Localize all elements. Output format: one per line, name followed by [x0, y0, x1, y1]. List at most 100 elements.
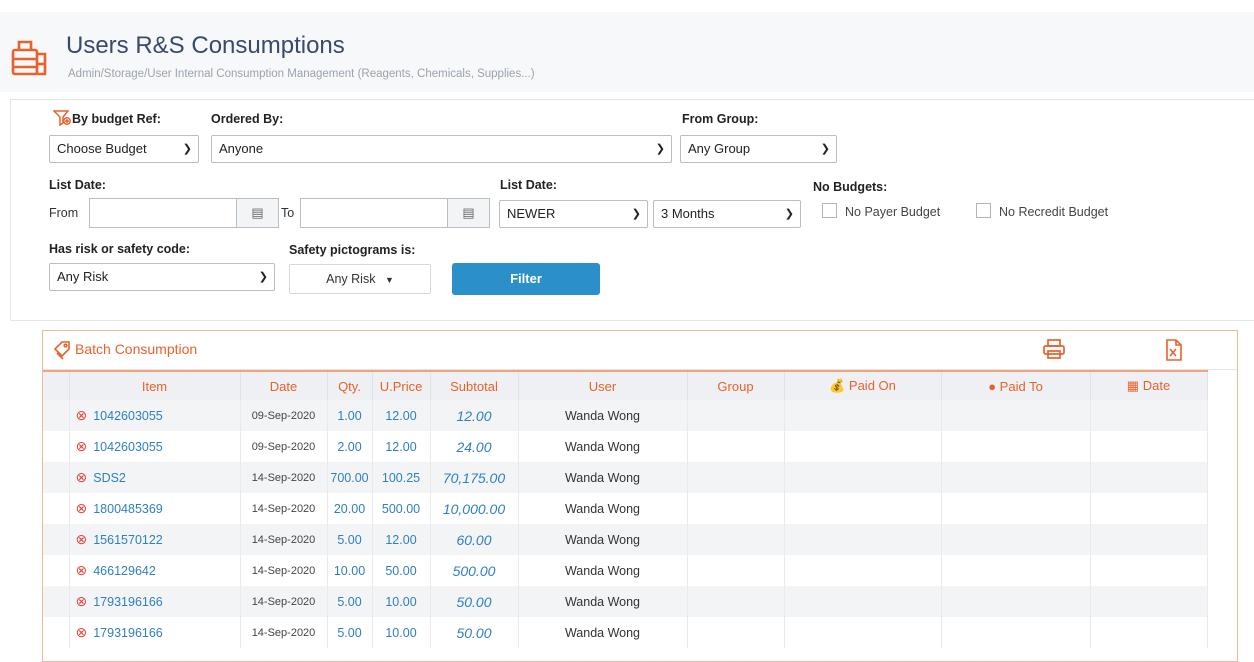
date2-cell	[1090, 400, 1208, 431]
date2-cell	[1090, 586, 1208, 617]
item-cell[interactable]: ⊗ SDS2	[69, 462, 241, 493]
ordered-by-select[interactable]: Anyone ❯	[211, 135, 672, 163]
row-select-cell	[43, 493, 70, 524]
pictograms-label: Safety pictograms is:	[289, 243, 416, 257]
item-link[interactable]: 1793196166	[93, 595, 163, 609]
item-link[interactable]: 1793196166	[93, 626, 163, 640]
item-cell[interactable]: ⊗ 1800485369	[69, 493, 241, 524]
subtotal-cell: 500.00	[430, 555, 519, 586]
chevron-down-icon: ❯	[258, 271, 268, 283]
item-link[interactable]: 1042603055	[93, 409, 163, 423]
row-select-cell	[43, 555, 70, 586]
remove-circle-icon[interactable]: ⊗	[76, 407, 88, 423]
subtotal-cell: 60.00	[430, 524, 519, 555]
batch-consumption-title[interactable]: Batch Consumption	[75, 341, 197, 357]
from-calendar-button[interactable]: ▤	[237, 198, 279, 228]
page-subtitle: Admin/Storage/User Internal Consumption …	[68, 68, 535, 80]
risk-select[interactable]: Any Risk ❯	[49, 263, 275, 291]
table-row: ⊗ SDS2 14-Sep-2020 700.00 100.25 70,175.0…	[43, 462, 1208, 493]
item-cell[interactable]: ⊗ 1042603055	[69, 431, 241, 462]
col-item[interactable]: Item	[69, 370, 241, 400]
remove-circle-icon[interactable]: ⊗	[76, 624, 88, 640]
item-cell[interactable]: ⊗ 466129642	[69, 555, 241, 586]
col-paid-to[interactable]: ● Paid To	[941, 370, 1091, 400]
col-date[interactable]: Date	[240, 370, 328, 400]
col-uprice[interactable]: U.Price	[372, 370, 431, 400]
budget-select-value: Choose Budget	[57, 141, 147, 156]
col-qty[interactable]: Qty.	[327, 370, 373, 400]
row-select-cell	[43, 524, 70, 555]
from-date-input[interactable]	[89, 198, 237, 228]
table-header-row: Item Date Qty. U.Price Subtotal User Gro…	[43, 370, 1208, 400]
calendar-icon: ▤	[462, 205, 475, 220]
col-group[interactable]: Group	[687, 370, 785, 400]
newer-select[interactable]: NEWER ❯	[499, 200, 648, 228]
paid-on-cell	[784, 555, 942, 586]
subtotal-cell: 50.00	[430, 617, 519, 648]
uprice-cell: 500.00	[372, 493, 431, 524]
printer-icon[interactable]	[1043, 339, 1065, 364]
pictograms-dropdown[interactable]: Any Risk ▼	[289, 264, 431, 294]
remove-circle-icon[interactable]: ⊗	[76, 593, 88, 609]
group-cell	[687, 462, 785, 493]
date-cell: 14-Sep-2020	[240, 493, 328, 524]
item-cell[interactable]: ⊗ 1793196166	[69, 586, 241, 617]
no-recredit-budget-checkbox[interactable]	[976, 203, 991, 218]
uprice-cell: 100.25	[372, 462, 431, 493]
row-select-cell	[43, 462, 70, 493]
list-date-label: List Date:	[49, 178, 106, 192]
item-cell[interactable]: ⊗ 1793196166	[69, 617, 241, 648]
chevron-down-icon: ❯	[631, 208, 641, 220]
item-link[interactable]: 1042603055	[93, 440, 163, 454]
remove-circle-icon[interactable]: ⊗	[76, 438, 88, 454]
table-row: ⊗ 1042603055 09-Sep-2020 1.00 12.00 12.00…	[43, 400, 1208, 431]
group-select[interactable]: Any Group ❯	[680, 135, 837, 163]
item-link[interactable]: 466129642	[93, 564, 156, 578]
hand-coin-icon: 💰	[829, 378, 846, 393]
budget-select[interactable]: Choose Budget ❯	[49, 135, 199, 163]
to-date-input[interactable]	[300, 198, 448, 228]
paid-on-cell	[784, 400, 942, 431]
paid-on-cell	[784, 462, 942, 493]
col-paid-on[interactable]: 💰 Paid On	[784, 370, 942, 400]
col-date2-label: Date	[1142, 378, 1171, 393]
paid-to-cell	[941, 617, 1091, 648]
to-calendar-button[interactable]: ▤	[448, 198, 490, 228]
no-payer-budget-checkbox[interactable]	[822, 203, 837, 218]
to-label: To	[281, 206, 295, 220]
paid-to-cell	[941, 400, 1091, 431]
calendar-icon: ▦	[1126, 378, 1140, 393]
months-select[interactable]: 3 Months ❯	[653, 200, 801, 228]
caret-down-icon: ▼	[384, 275, 394, 285]
col-subtotal[interactable]: Subtotal	[430, 370, 519, 400]
uprice-cell: 12.00	[372, 431, 431, 462]
col-user[interactable]: User	[518, 370, 688, 400]
qty-cell: 5.00	[327, 524, 373, 555]
item-cell[interactable]: ⊗ 1042603055	[69, 400, 241, 431]
uprice-cell: 12.00	[372, 400, 431, 431]
remove-circle-icon[interactable]: ⊗	[76, 469, 88, 485]
item-link[interactable]: 1800485369	[93, 502, 163, 516]
excel-file-icon[interactable]	[1165, 339, 1183, 366]
paid-to-cell	[941, 586, 1091, 617]
table-row: ⊗ 1042603055 09-Sep-2020 2.00 12.00 24.00…	[43, 431, 1208, 462]
user-cell: Wanda Wong	[518, 400, 688, 431]
table-row: ⊗ 1793196166 14-Sep-2020 5.00 10.00 50.00…	[43, 586, 1208, 617]
date2-cell	[1090, 493, 1208, 524]
remove-circle-icon[interactable]: ⊗	[76, 531, 88, 547]
subtotal-cell: 12.00	[430, 400, 519, 431]
remove-circle-icon[interactable]: ⊗	[76, 500, 88, 516]
paid-to-cell	[941, 462, 1091, 493]
consumption-table: Item Date Qty. U.Price Subtotal User Gro…	[43, 370, 1208, 648]
filter-button[interactable]: Filter	[452, 263, 600, 295]
item-link[interactable]: 1561570122	[93, 533, 163, 547]
date-cell: 14-Sep-2020	[240, 555, 328, 586]
item-cell[interactable]: ⊗ 1561570122	[69, 524, 241, 555]
funnel-icon[interactable]	[52, 110, 71, 131]
item-link[interactable]: SDS2	[93, 471, 126, 485]
remove-circle-icon[interactable]: ⊗	[76, 562, 88, 578]
consumption-panel: Batch Consumption Item Date Qty. U.Price…	[42, 330, 1238, 662]
date2-cell	[1090, 462, 1208, 493]
col-date2[interactable]: ▦ Date	[1090, 370, 1208, 400]
uprice-cell: 10.00	[372, 586, 431, 617]
